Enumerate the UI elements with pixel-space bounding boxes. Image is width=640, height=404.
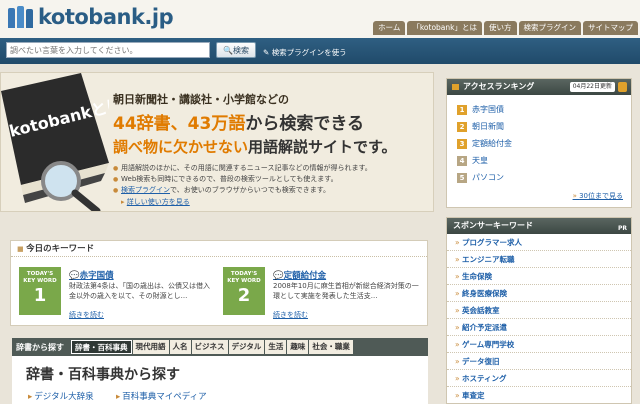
tabs-label: 辞書から探す xyxy=(16,342,64,352)
tab-society[interactable]: 社会・職業 xyxy=(309,340,353,354)
pr-badge: PR xyxy=(617,225,627,232)
sponsor-item[interactable]: 英会話教室 xyxy=(447,302,631,319)
nav-home[interactable]: ホーム xyxy=(373,21,406,35)
howto-more-link[interactable]: 詳しい使い方を見る xyxy=(113,197,431,207)
speech-icon: 💬 xyxy=(273,271,284,281)
dictionary-title: 辞書・百科事典から探す xyxy=(26,367,180,383)
ranking-item[interactable]: 1 赤字国債 xyxy=(447,101,631,118)
tab-business[interactable]: ビジネス xyxy=(191,340,228,354)
keyword-desc: 2008年10月に麻生首相が新総合経済対策の一環として実施を発表した生活支... xyxy=(273,282,419,300)
top-nav: ホーム 「kotobank」とは 使い方 検索プラグイン サイトマップ xyxy=(373,21,638,35)
hero-line2: 44辞書、43万語から検索できる xyxy=(113,114,364,134)
ranking-more-link[interactable]: 30位まで見る xyxy=(573,191,623,201)
sponsor-item[interactable]: ホスティング xyxy=(447,370,631,387)
hero-text: 朝日新聞社・講談社・小学館などの 44辞書、43万語から検索できる 調べ物に欠か… xyxy=(113,91,431,207)
sponsor-item[interactable]: 生命保険 xyxy=(447,268,631,285)
tab-digital[interactable]: デジタル xyxy=(228,340,265,354)
ranking-heading: アクセスランキング 04月22日更新 xyxy=(447,79,631,95)
ranking-item[interactable]: 5 パソコン xyxy=(447,169,631,186)
site-header: kotobank.jp ホーム 「kotobank」とは 使い方 検索プラグイン… xyxy=(0,0,640,38)
keyword-card: TODAY'S KEY WORD 2 💬定額給付金 2008年10月に麻生首相が新… xyxy=(223,267,419,319)
book-illustration-icon: kotobankとは? xyxy=(1,73,109,211)
speech-icon: 💬 xyxy=(69,271,80,281)
keyword-title[interactable]: 💬定額給付金 xyxy=(273,269,326,281)
access-ranking: アクセスランキング 04月22日更新 1 赤字国債 2 朝日新聞 3 定額給付金 4天… xyxy=(446,78,632,208)
search-button[interactable]: 🔍検索 xyxy=(216,42,256,58)
keyword-more-link[interactable]: 続きを読む xyxy=(69,310,104,320)
search-bar: 🔍検索 ✎ 検索プラグインを使う xyxy=(0,38,640,64)
site-logo[interactable]: kotobank.jp xyxy=(8,4,174,30)
sponsor-item[interactable]: エンジニア転職 xyxy=(447,251,631,268)
plugin-inline-link[interactable]: 検索プラグイン xyxy=(121,186,170,194)
todays-keywords: 今日のキーワード TODAY'SKEY WORD 1 💬赤字国債 財政法第4条は… xyxy=(10,240,428,326)
books-icon xyxy=(8,6,34,28)
tab-modern-terms[interactable]: 現代用語 xyxy=(132,340,169,354)
plugin-link[interactable]: ✎ 検索プラグインを使う xyxy=(263,47,347,58)
sponsor-item[interactable]: 終身医療保険 xyxy=(447,285,631,302)
tab-people[interactable]: 人名 xyxy=(169,340,191,354)
keyword-card: TODAY'S KEY WORD 1 💬赤字国債 財政法第4条は、「国の歳出は、公… xyxy=(19,267,215,319)
keyword-badge: TODAY'S KEY WORD 2 xyxy=(223,267,265,315)
arrow-icon[interactable] xyxy=(618,82,627,92)
sponsor-keywords: スポンサーキーワード PR プログラマー求人 エンジニア転職 生命保険 終身医療… xyxy=(446,217,632,404)
dict-link[interactable]: 百科事典マイペディア xyxy=(116,390,206,402)
logo-text: kotobank.jp xyxy=(38,5,174,29)
nav-plugin[interactable]: 検索プラグイン xyxy=(518,21,581,35)
sponsor-item[interactable]: データ復旧 xyxy=(447,353,631,370)
dict-link[interactable]: デジタル大辞泉 xyxy=(28,390,93,402)
nav-about[interactable]: 「kotobank」とは xyxy=(407,21,482,35)
hero-line3: 調べ物に欠かせない用語解説サイトです。 xyxy=(113,138,397,156)
sponsor-item[interactable]: 紹介予定派遣 xyxy=(447,319,631,336)
hero-bullet: Web検索も同時にできるので、普段の検索ツールとしても使えます。 xyxy=(113,174,431,185)
hero-banner: kotobankとは? 朝日新聞社・講談社・小学館などの 44辞書、43万語から… xyxy=(0,72,434,212)
keyword-desc: 財政法第4条は、「国の歳出は、公債又は借入金以外の歳入を以て、その財源とし... xyxy=(69,282,210,300)
keyword-more-link[interactable]: 続きを読む xyxy=(273,310,308,320)
tab-life[interactable]: 生活 xyxy=(265,340,287,354)
keyword-title[interactable]: 💬赤字国債 xyxy=(69,269,114,281)
search-icon: 🔍 xyxy=(223,45,233,55)
search-input[interactable] xyxy=(6,42,210,58)
hero-bullets: 用語解説のほかに、その用語に関連するニュース記事などの情報が得られます。 Web… xyxy=(113,163,431,196)
dictionary-section: 辞書・百科事典から探す デジタル大辞泉 百科事典マイペディア xyxy=(12,356,428,404)
ranking-item[interactable]: 3 定額給付金 xyxy=(447,135,631,152)
ranking-date: 04月22日更新 xyxy=(569,82,615,92)
keywords-heading: 今日のキーワード xyxy=(11,241,427,257)
sponsor-item[interactable]: プログラマー求人 xyxy=(447,234,631,251)
sponsor-item[interactable]: ゲーム専門学校 xyxy=(447,336,631,353)
hero-bullet: 検索プラグインで、お使いのブラウザからいつでも検索できます。 xyxy=(113,185,431,196)
ranking-item[interactable]: 2 朝日新聞 xyxy=(447,118,631,135)
nav-sitemap[interactable]: サイトマップ xyxy=(583,21,638,35)
pen-icon: ✎ xyxy=(263,48,270,57)
tab-hobby[interactable]: 趣味 xyxy=(287,340,309,354)
nav-howto[interactable]: 使い方 xyxy=(484,21,517,35)
ranking-item[interactable]: 4 天皇 xyxy=(447,152,631,169)
keyword-badge: TODAY'S KEY WORD 1 xyxy=(19,267,61,315)
sponsor-item[interactable]: 車査定 xyxy=(447,387,631,404)
sponsor-heading: スポンサーキーワード PR xyxy=(447,218,631,234)
hero-bullet: 用語解説のほかに、その用語に関連するニュース記事などの情報が得られます。 xyxy=(113,163,431,174)
dictionary-tabs: 辞書から探す 辞書・百科事典 現代用語 人名 ビジネス デジタル 生活 趣味 社… xyxy=(12,338,428,356)
tab-encyclopedia[interactable]: 辞書・百科事典 xyxy=(71,340,132,354)
hero-line1: 朝日新聞社・講談社・小学館などの xyxy=(113,93,289,106)
